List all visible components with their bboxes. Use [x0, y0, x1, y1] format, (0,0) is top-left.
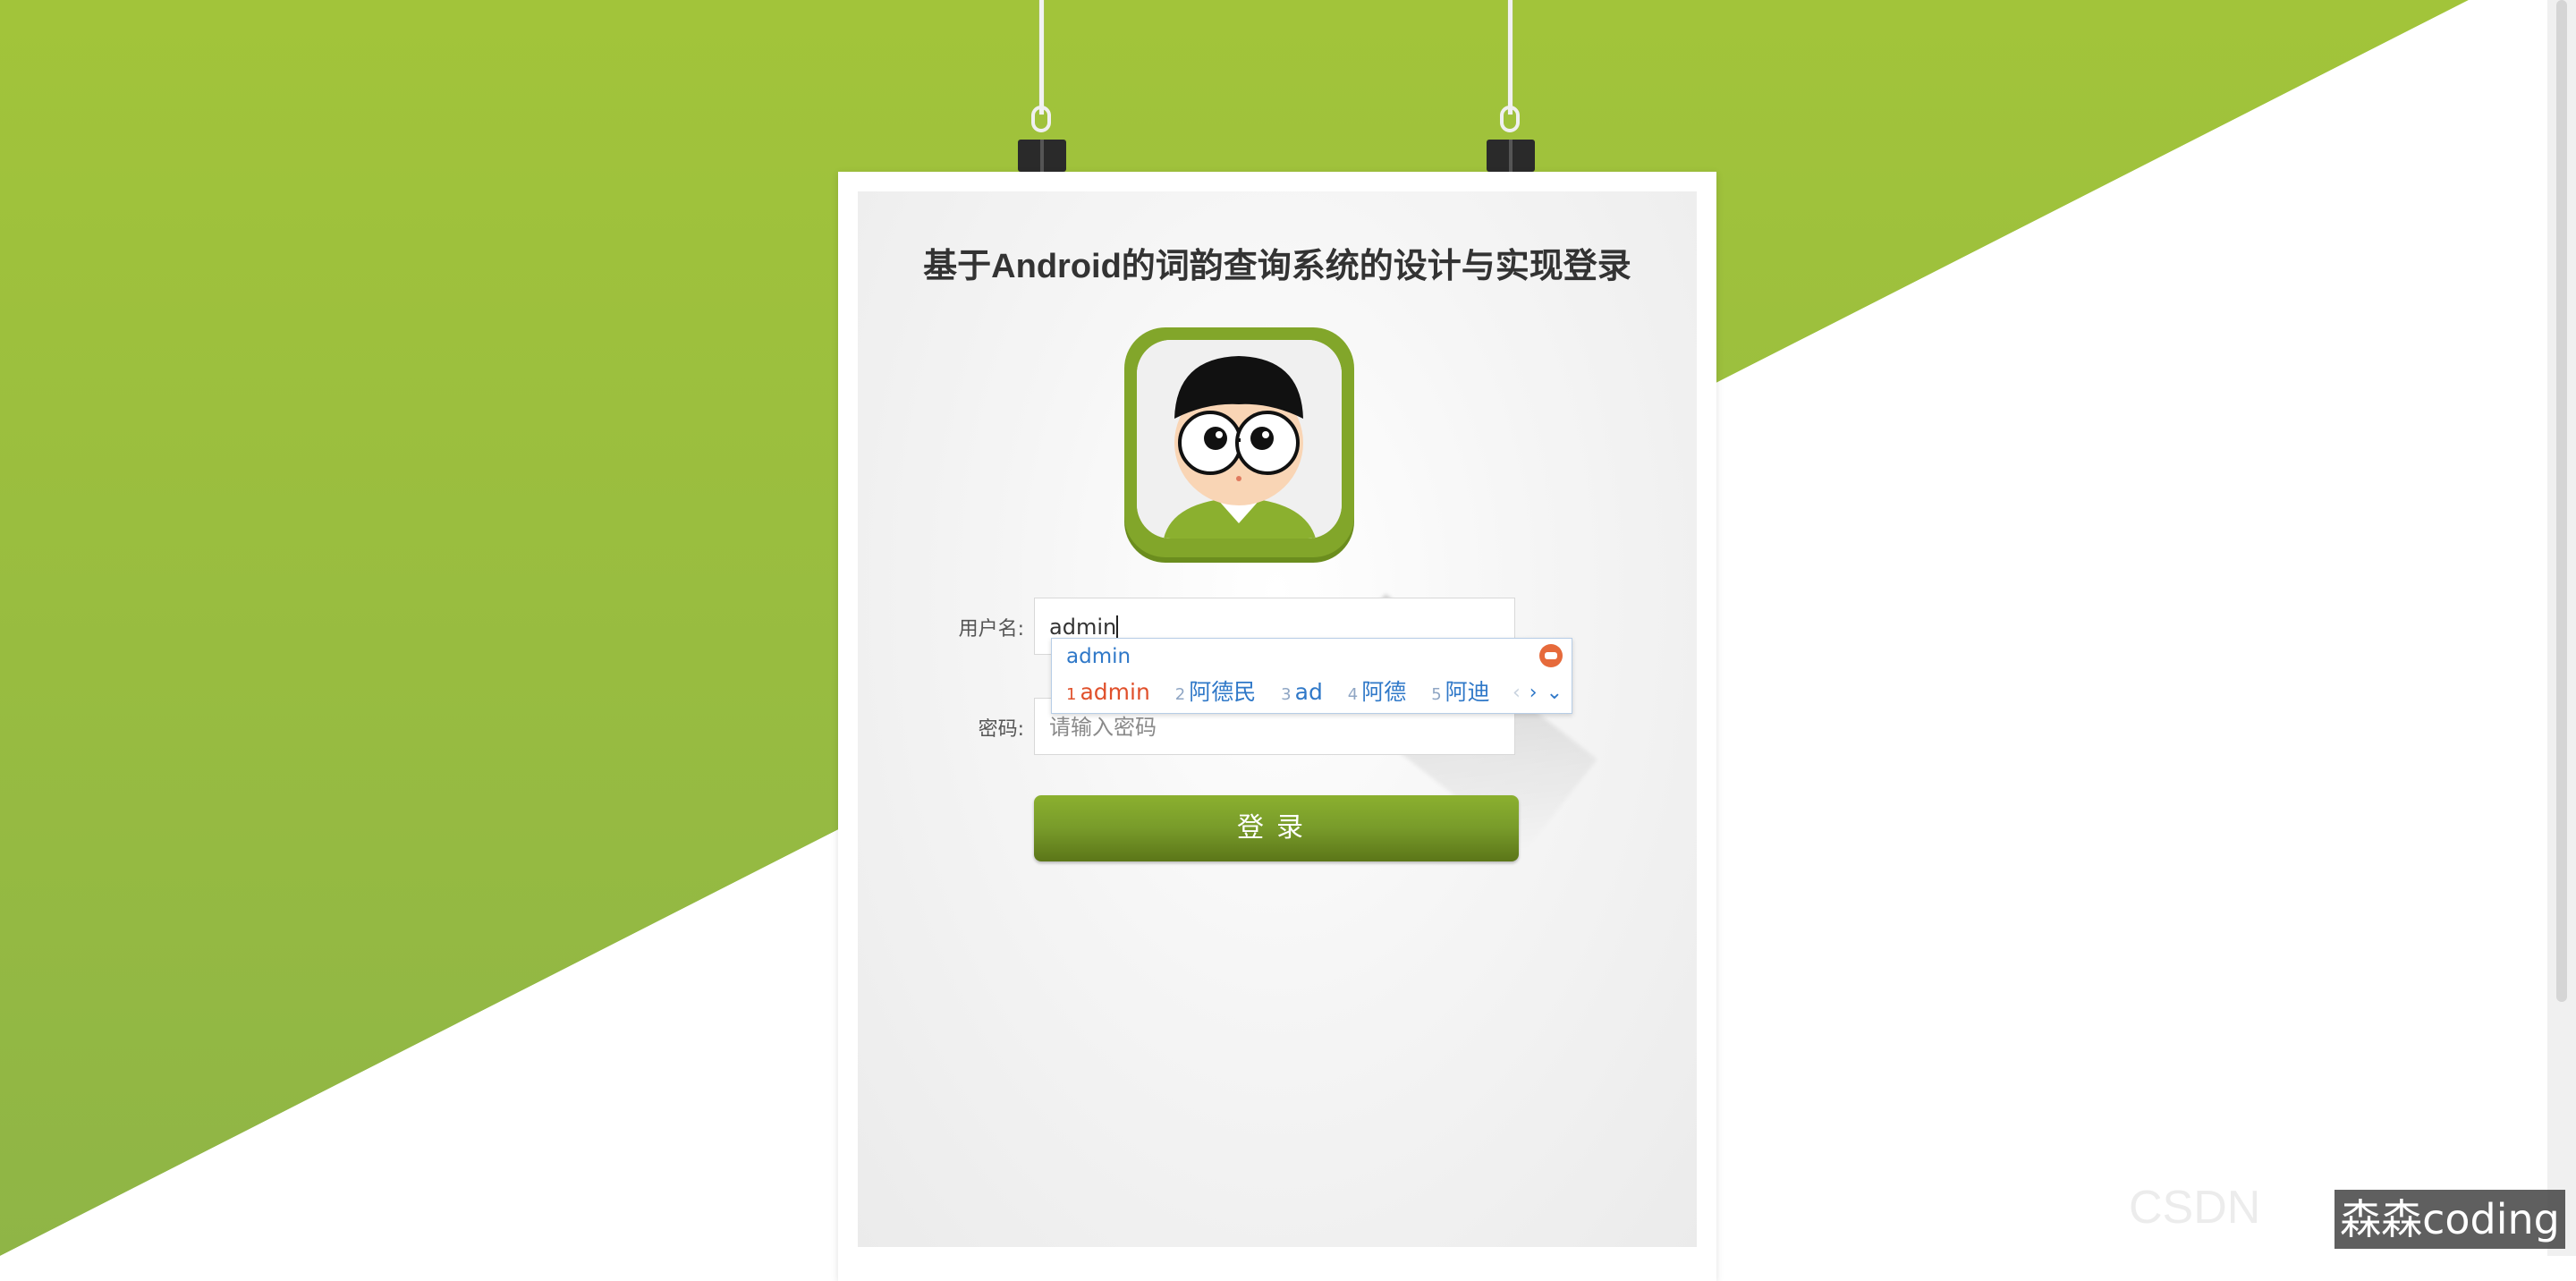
ime-composition: admin — [1066, 645, 1131, 668]
ime-candidate[interactable]: 4 阿德 — [1348, 676, 1406, 711]
chevron-right-icon[interactable]: › — [1530, 682, 1538, 704]
left-binder-clip — [1018, 140, 1066, 172]
ime-candidate[interactable]: 1 admin — [1066, 676, 1150, 711]
username-label: 用户名: — [958, 618, 1024, 640]
cartoon-boy-icon — [1137, 340, 1342, 539]
ime-candidate-popup: admin 1 admin 2 阿德民 3 ad 4 阿德 5 阿迪 ‹ › ⌄ — [1051, 638, 1572, 714]
ime-candidate-list: 1 admin 2 阿德民 3 ad 4 阿德 5 阿迪 — [1066, 676, 1508, 708]
chevron-left-icon[interactable]: ‹ — [1513, 682, 1521, 704]
page-title: 基于Android的词韵查询系统的设计与实现登录 — [923, 248, 1631, 285]
avatar-face — [1137, 340, 1342, 539]
left-hanger-ring — [1031, 106, 1051, 132]
avatar — [1124, 327, 1354, 557]
ime-logo-icon[interactable] — [1539, 644, 1563, 667]
ime-candidate[interactable]: 5 阿迪 — [1431, 676, 1489, 711]
right-hanger-ring — [1500, 106, 1520, 132]
username-value: admin — [1049, 615, 1117, 640]
ime-page-nav: ‹ › ⌄ — [1504, 680, 1563, 707]
scrollbar-thumb[interactable] — [2556, 0, 2567, 1002]
ime-candidate[interactable]: 2 阿德民 — [1175, 676, 1256, 711]
right-hanger-string — [1508, 0, 1513, 115]
password-label: 密码: — [978, 718, 1024, 741]
login-button[interactable]: 登录 — [1034, 795, 1519, 861]
watermark-tag: 森森coding — [2334, 1190, 2565, 1249]
ime-candidate[interactable]: 3 ad — [1281, 676, 1323, 711]
watermark-faint: CSDN — [2129, 1182, 2261, 1234]
password-placeholder: 请输入密码 — [1049, 715, 1157, 740]
text-caret — [1116, 615, 1119, 640]
vertical-scrollbar[interactable] — [2547, 0, 2576, 1256]
left-hanger-string — [1039, 0, 1044, 115]
right-binder-clip — [1487, 140, 1535, 172]
chevron-down-icon[interactable]: ⌄ — [1546, 682, 1563, 704]
